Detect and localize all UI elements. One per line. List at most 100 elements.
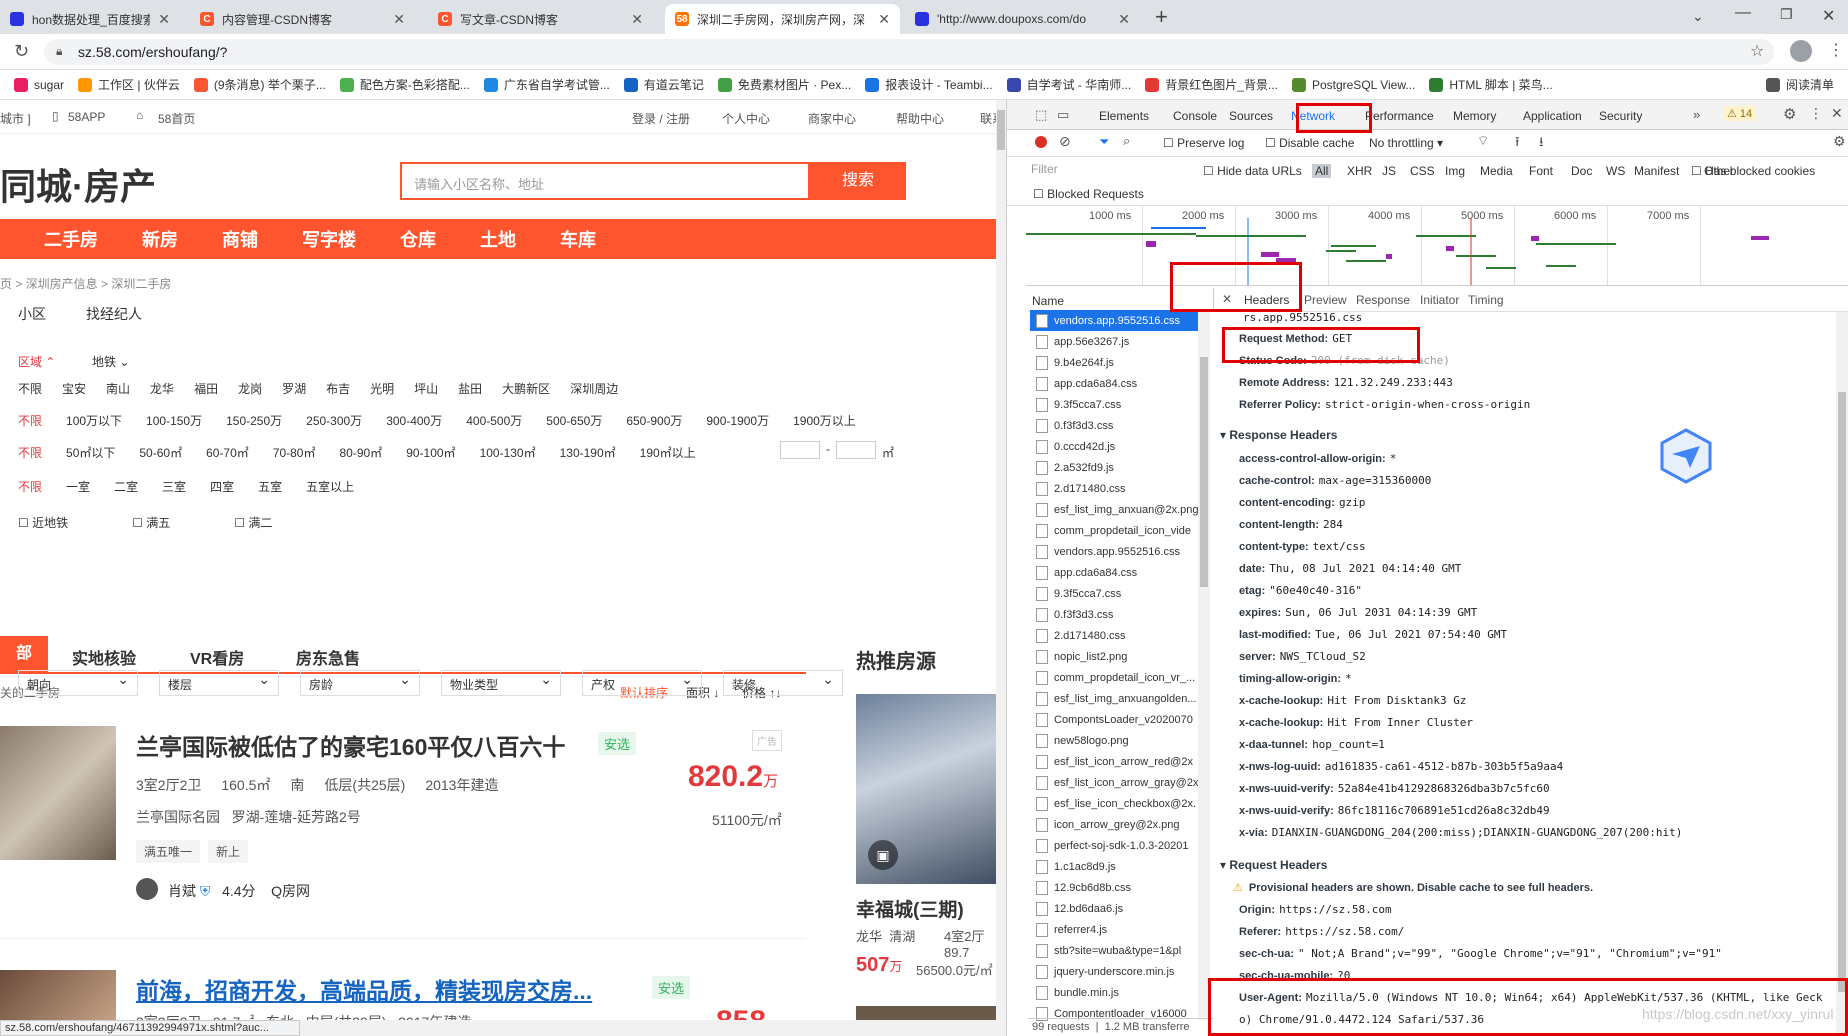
filter-input[interactable]: Filter bbox=[1027, 162, 1189, 180]
listing-title[interactable]: 兰亭国际被低估了的豪宅160平仅八百六十 bbox=[136, 728, 565, 762]
areas-option[interactable]: 不限 bbox=[18, 444, 42, 461]
lock-icon[interactable]: 🔒︎ bbox=[56, 44, 62, 59]
browser-tab[interactable]: 'http://www.doupoxs.com/do ✕ bbox=[905, 4, 1140, 34]
request-row[interactable]: 9.b4e264f.js bbox=[1030, 352, 1200, 373]
prices-option[interactable]: 900-1900万 bbox=[706, 412, 769, 429]
detail-tab-response[interactable]: Response bbox=[1356, 293, 1410, 307]
prices-option[interactable]: 500-650万 bbox=[546, 412, 602, 429]
tab-community[interactable]: 小区 bbox=[18, 304, 46, 324]
type-filter-js[interactable]: JS bbox=[1382, 164, 1396, 178]
city-switch[interactable]: 城市 ] bbox=[0, 110, 31, 127]
nav-item-2[interactable]: 商铺 bbox=[222, 226, 258, 252]
list-tab-all[interactable]: 部 bbox=[0, 636, 48, 672]
rooms-option[interactable]: 二室 bbox=[114, 478, 138, 495]
page-scrollbar[interactable] bbox=[996, 100, 1006, 1020]
areas-option[interactable]: 190㎡以上 bbox=[640, 444, 696, 461]
search-input[interactable]: 请输入小区名称、地址 bbox=[400, 162, 810, 200]
list-tab-urgent[interactable]: 房东急售 bbox=[296, 645, 360, 669]
areas-option[interactable]: 100-130㎡ bbox=[480, 444, 536, 461]
device-toolbar-icon[interactable]: ▭ bbox=[1057, 107, 1069, 123]
site-logo[interactable]: 同城·房产 bbox=[0, 158, 156, 210]
tab-find-agent[interactable]: 找经纪人 bbox=[86, 304, 142, 324]
url-text[interactable]: sz.58.com/ershoufang/? bbox=[78, 44, 227, 60]
new-tab-icon[interactable]: + bbox=[1155, 4, 1168, 30]
browser-tab[interactable]: C 内容管理-CSDN博客 ✕ bbox=[190, 4, 415, 34]
browser-tab-active[interactable]: 58 深圳二手房网，深圳房产网，深 ✕ bbox=[665, 4, 900, 34]
preserve-log-checkbox[interactable]: ☐ Preserve log bbox=[1163, 136, 1244, 150]
list-tab-verified[interactable]: 实地核验 bbox=[72, 645, 136, 669]
regions-option[interactable]: 布吉 bbox=[326, 380, 350, 397]
agent-avatar[interactable] bbox=[136, 878, 158, 900]
request-headers-section[interactable]: ▾ Request Headers bbox=[1220, 858, 1327, 872]
home-link[interactable]: 58首页 bbox=[158, 110, 195, 127]
rooms-option[interactable]: 四室 bbox=[210, 478, 234, 495]
browser-tab[interactable]: C 写文章-CSDN博客 ✕ bbox=[428, 4, 653, 34]
prices-option[interactable]: 400-500万 bbox=[466, 412, 522, 429]
bookmark-item[interactable]: (9条消息) 举个栗子... bbox=[193, 76, 326, 93]
bookmark-item[interactable]: 阅读清单 bbox=[1765, 76, 1834, 93]
request-row[interactable]: esf_list_icon_arrow_red@2x bbox=[1030, 751, 1200, 772]
regions-option[interactable]: 龙岗 bbox=[238, 380, 262, 397]
request-row[interactable]: perfect-soj-sdk-1.0.3-20201 bbox=[1030, 835, 1200, 856]
request-row[interactable]: esf_list_img_anxuangolden... bbox=[1030, 688, 1200, 709]
listing-photo[interactable] bbox=[0, 726, 116, 860]
devtools-tab-application[interactable]: Application bbox=[1523, 109, 1582, 123]
warnings-badge[interactable]: ⚠ 14 bbox=[1723, 106, 1757, 121]
bookmark-item[interactable]: 工作区 | 伙伴云 bbox=[78, 76, 180, 93]
filter-funnel-icon[interactable]: ⏷ bbox=[1099, 134, 1109, 150]
inspect-element-icon[interactable]: ⬚ bbox=[1035, 107, 1047, 123]
regions-option[interactable]: 宝安 bbox=[62, 380, 86, 397]
login-link[interactable]: 登录 / 注册 bbox=[632, 110, 690, 127]
subway-filter-label[interactable]: 地铁 ⌄ bbox=[92, 353, 129, 370]
response-headers-section[interactable]: ▾ Response Headers bbox=[1220, 428, 1337, 442]
restore-icon[interactable]: ❐ bbox=[1780, 6, 1793, 23]
rooms-option[interactable]: 五室 bbox=[258, 478, 282, 495]
user-center-menu[interactable]: 个人中心 bbox=[722, 110, 770, 127]
record-icon[interactable] bbox=[1035, 136, 1047, 148]
request-row[interactable]: vendors.app.9552516.css bbox=[1030, 310, 1200, 331]
scrollbar-thumb[interactable] bbox=[1838, 392, 1846, 992]
area-min-input[interactable] bbox=[780, 441, 820, 459]
bookmark-star-icon[interactable]: ☆ bbox=[1750, 41, 1764, 61]
search-icon[interactable]: ⌕ bbox=[1123, 133, 1130, 149]
request-row[interactable]: vendors.app.9552516.css bbox=[1030, 541, 1200, 562]
prices-option[interactable]: 1900万以上 bbox=[793, 412, 856, 429]
areas-option[interactable]: 70-80㎡ bbox=[273, 444, 316, 461]
request-row[interactable]: esf_lise_icon_checkbox@2x. bbox=[1030, 793, 1200, 814]
request-row[interactable]: comm_propdetail_icon_vr_... bbox=[1030, 667, 1200, 688]
devtools-tab-sources[interactable]: Sources bbox=[1229, 109, 1273, 123]
bookmark-item[interactable]: 背景红色图片_背景... bbox=[1145, 76, 1278, 93]
close-devtools-icon[interactable]: ✕ bbox=[1831, 105, 1843, 122]
app-link[interactable]: 58APP bbox=[68, 110, 105, 124]
more-tabs-icon[interactable]: » bbox=[1693, 107, 1700, 122]
agent-name[interactable]: 肖斌 bbox=[168, 883, 196, 899]
request-row[interactable]: 2.d171480.css bbox=[1030, 625, 1200, 646]
detail-tab-initiator[interactable]: Initiator bbox=[1420, 293, 1459, 307]
list-tab-vr[interactable]: VR看房 bbox=[190, 645, 244, 669]
devtools-tab-performance[interactable]: Performance bbox=[1365, 109, 1434, 123]
request-row[interactable]: 0.f3f3d3.css bbox=[1030, 604, 1200, 625]
areas-option[interactable]: 130-190㎡ bbox=[560, 444, 616, 461]
type-filter-css[interactable]: CSS bbox=[1410, 164, 1435, 178]
omnibox[interactable]: 🔒︎ sz.58.com/ershoufang/? ☆ bbox=[44, 39, 1774, 65]
nav-item-4[interactable]: 仓库 bbox=[400, 226, 436, 252]
export-har-icon[interactable]: ⭳ bbox=[1539, 133, 1544, 155]
profile-avatar[interactable] bbox=[1790, 40, 1812, 62]
scrollbar-thumb[interactable] bbox=[997, 110, 1005, 150]
minimize-icon[interactable]: — bbox=[1735, 4, 1751, 22]
nav-item-0[interactable]: 二手房 bbox=[44, 226, 98, 252]
type-filter-manifest[interactable]: Manifest bbox=[1634, 164, 1679, 178]
merchant-center-menu[interactable]: 商家中心 bbox=[808, 110, 856, 127]
search-button[interactable]: 搜索 bbox=[810, 162, 906, 200]
request-row[interactable]: CompontsLoader_v2020070 bbox=[1030, 709, 1200, 730]
close-tab-icon[interactable]: ✕ bbox=[393, 11, 405, 28]
bookmark-item[interactable]: 免费素材图片 · Pex... bbox=[717, 76, 851, 93]
request-row[interactable]: esf_list_icon_arrow_gray@2x bbox=[1030, 772, 1200, 793]
regions-option[interactable]: 大鹏新区 bbox=[502, 380, 550, 397]
request-row[interactable]: stb?site=wuba&type=1&pl bbox=[1030, 940, 1200, 961]
tab-search-icon[interactable]: ⌄ bbox=[1692, 8, 1704, 25]
close-tab-icon[interactable]: ✕ bbox=[1118, 11, 1130, 28]
request-row[interactable]: 0.f3f3d3.css bbox=[1030, 415, 1200, 436]
request-row[interactable]: 12.9cb6d8b.css bbox=[1030, 877, 1200, 898]
request-row[interactable]: 9.3f5cca7.css bbox=[1030, 583, 1200, 604]
